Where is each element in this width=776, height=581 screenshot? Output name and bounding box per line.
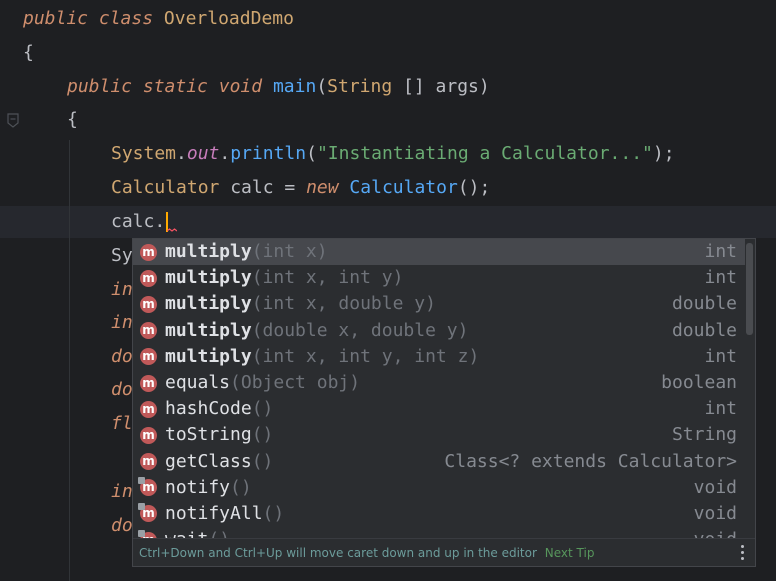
obscured-code-fragment: fl (111, 413, 133, 434)
method-icon: m (140, 322, 157, 340)
completion-item-return-type: String (671, 424, 737, 446)
completion-item[interactable]: m multiply (int x, int y, int z) int (133, 344, 745, 370)
obscured-code-fragment: in (111, 481, 133, 502)
completion-item-return-type: double (671, 293, 737, 315)
completion-item-params: (Object obj) (230, 372, 361, 394)
completion-item-return-type: void (693, 502, 737, 524)
obscured-code-fragment: in (111, 312, 133, 333)
code-line-6: Calculator calc = new Calculator(); (111, 177, 491, 198)
completion-footer: Ctrl+Down and Ctrl+Up will move caret do… (133, 538, 755, 566)
completion-item-return-type: int (704, 267, 737, 289)
method-icon: m (138, 503, 157, 523)
method-icon: m (138, 477, 157, 497)
completion-item-return-type: int (704, 345, 737, 367)
fold-marker-icon[interactable] (6, 113, 20, 129)
completion-item-name: multiply (165, 241, 252, 263)
method-icon: m (140, 295, 157, 313)
completion-item-params: () (251, 450, 274, 472)
completion-item[interactable]: m notify() void (133, 475, 745, 501)
code-line-2: { (23, 42, 34, 63)
completion-item-params: () (262, 502, 285, 524)
completion-item-name: notifyAll (165, 502, 263, 524)
completion-item-return-type: double (671, 319, 737, 341)
completion-item-name: notify (165, 476, 231, 498)
completion-item[interactable]: m getClass() Class<? extends Calculator> (133, 449, 745, 475)
completion-item[interactable]: m notifyAll() void (133, 501, 745, 527)
error-squiggle-icon (167, 228, 177, 232)
completion-item-name: equals (165, 372, 231, 394)
method-icon: m (140, 426, 157, 444)
method-icon: m (140, 400, 157, 418)
completion-item-return-type: int (704, 241, 737, 263)
completion-scrollbar[interactable] (746, 243, 753, 335)
completion-item[interactable]: m multiply (int x, int y) int (133, 265, 745, 291)
method-icon: m (140, 453, 157, 471)
obscured-code-fragment: in (111, 279, 133, 300)
completion-item-params: (int x) (251, 241, 328, 263)
completion-item-name: hashCode (165, 398, 252, 420)
completion-item-params: (int x, int y, int z) (251, 345, 480, 367)
completion-item[interactable]: m multiply (double x, double y) double (133, 318, 745, 344)
completion-item[interactable]: m multiply (int x, double y) double (133, 291, 745, 317)
more-options-icon[interactable] (741, 545, 745, 563)
completion-item[interactable]: m equals (Object obj) boolean (133, 370, 745, 396)
obscured-code-fragment: do (111, 515, 133, 536)
completion-item-params: (int x, int y) (251, 267, 404, 289)
code-line-7: calc. (111, 206, 169, 238)
method-icon: m (140, 348, 157, 366)
code-line-5: System.out.println("Instantiating a Calc… (111, 143, 675, 164)
obscured-code-fragment: do (111, 346, 133, 367)
code-line-4: { (67, 109, 78, 130)
footer-hint: Ctrl+Down and Ctrl+Up will move caret do… (139, 546, 537, 560)
completion-item-name: multiply (165, 319, 252, 341)
completion-item-params: () (230, 476, 252, 498)
completion-item-return-type: Class<? extends Calculator> (444, 450, 737, 472)
completion-item-name: multiply (165, 293, 252, 315)
method-icon: m (140, 374, 157, 392)
code-line-1: public class OverloadDemo (23, 8, 294, 29)
completion-list[interactable]: m multiply (int x) int m multiply (int x, int … (133, 239, 745, 539)
completion-item[interactable]: m toString() String (133, 422, 745, 448)
completion-item-name: multiply (165, 345, 252, 367)
completion-item[interactable]: m multiply (int x) int (133, 239, 745, 266)
code-completion-popup[interactable]: m multiply (int x) int m multiply (int x, int … (132, 238, 756, 567)
completion-item-params: (int x, double y) (251, 293, 436, 315)
completion-item-params: () (251, 424, 274, 446)
next-tip-link[interactable]: Next Tip (545, 546, 595, 560)
completion-item-return-type: int (704, 398, 737, 420)
obscured-code-fragment: do (111, 379, 133, 400)
completion-item-name: getClass (165, 450, 252, 472)
completion-item-name: multiply (165, 267, 252, 289)
completion-item-params: (double x, double y) (251, 319, 469, 341)
obscured-code-fragment: Sy (111, 245, 133, 266)
indent-guide (69, 140, 70, 581)
method-icon: m (140, 269, 157, 287)
completion-item-return-type: void (693, 476, 737, 498)
completion-item[interactable]: m hashCode() int (133, 396, 745, 422)
completion-item-params: () (251, 398, 274, 420)
completion-item-return-type: boolean (661, 372, 737, 394)
method-icon: m (140, 243, 157, 261)
completion-item-name: toString (165, 424, 252, 446)
code-line-3: public static void main(String [] args) (67, 76, 490, 97)
